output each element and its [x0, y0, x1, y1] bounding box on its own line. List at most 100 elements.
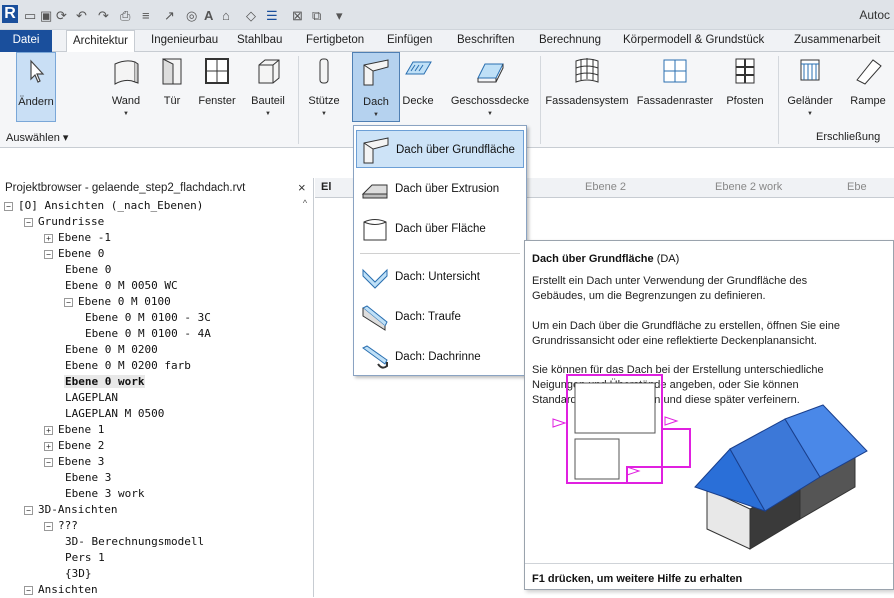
roof-dropdown-menu: Dach über Grundfläche Dach über Extrusio… [353, 125, 527, 376]
roof-by-face-icon [363, 219, 387, 241]
tree-item[interactable]: − Ansichten [24, 582, 99, 598]
customize-icon[interactable]: ▾ [336, 8, 343, 24]
curtain-grid-icon [663, 59, 687, 83]
text-icon[interactable]: A [204, 8, 213, 23]
floor-icon [477, 63, 504, 83]
collapse-icon[interactable]: − [4, 202, 13, 211]
tree-item[interactable]: − Ebene 0 M 0100 [64, 294, 172, 310]
railing-button[interactable]: Geländer ▼ [782, 52, 838, 122]
3d-view-icon[interactable]: ⌂ [222, 8, 230, 23]
tree-item[interactable]: Ebene 0 M 0100 - 3C [84, 310, 212, 326]
scrollbar[interactable]: ^ [298, 198, 312, 597]
collapse-icon[interactable]: − [24, 218, 33, 227]
tree-item[interactable]: Pers 1 [64, 550, 106, 566]
tab-ingenieurbau[interactable]: Ingenieurbau [145, 30, 224, 52]
project-browser-title: Projektbrowser - gelaende_step2_flachdac… [5, 182, 246, 194]
door-button[interactable]: Tür [156, 52, 188, 122]
wall-icon [114, 60, 139, 85]
revit-logo-icon[interactable]: R [2, 5, 18, 23]
tree-item[interactable]: − Ebene 3 [44, 454, 105, 470]
collapse-icon[interactable]: − [44, 458, 53, 467]
collapse-icon[interactable]: − [44, 522, 53, 531]
ramp-button[interactable]: Rampe [842, 52, 894, 122]
switch-windows-icon[interactable]: ⧉ [312, 8, 321, 24]
floor-button[interactable]: Geschossdecke ▼ [448, 52, 532, 122]
tab-architektur[interactable]: Architektur [66, 30, 135, 53]
project-browser-tree: − [O] Ansichten (_nach_Ebenen) − Grundrisse… [0, 198, 314, 597]
tab-view-ebene-2-work[interactable]: Ebene 2 work [715, 181, 782, 193]
menu-item-roof-by-footprint[interactable]: Dach über Grundfläche [356, 130, 524, 168]
tree-item[interactable]: −3D-Ansichten [24, 502, 118, 518]
tree-item[interactable]: {3D} [64, 566, 93, 582]
tree-item[interactable]: Ebene 0 work [64, 374, 146, 390]
print-icon[interactable]: ⎙ [120, 8, 130, 24]
menu-item-roof-by-face[interactable]: Dach über Fläche [356, 210, 524, 248]
collapse-icon[interactable]: − [44, 250, 53, 259]
tab-stahlbau[interactable]: Stahlbau [231, 30, 288, 52]
collapse-icon[interactable]: − [24, 586, 33, 595]
modify-button[interactable]: Ändern [16, 52, 56, 122]
curtain-grid-button[interactable]: Fassadenraster [632, 52, 718, 122]
tab-view-ebe[interactable]: Ebe [847, 181, 867, 193]
menu-item-roof-fascia[interactable]: Dach: Traufe [356, 298, 524, 336]
tab-beschriften[interactable]: Beschriften [451, 30, 521, 52]
tree-item[interactable]: − Ebene 0 [44, 246, 105, 262]
tree-item[interactable]: Ebene 3 work [64, 486, 145, 502]
tree-item[interactable]: Ebene 0 M 0200 farb [64, 358, 192, 374]
menu-item-roof-by-extrusion[interactable]: Dach über Extrusion [356, 170, 524, 208]
measure-icon[interactable]: ≡ [142, 8, 150, 23]
tree-item[interactable]: Ebene 0 M 0200 [64, 342, 159, 358]
menu-item-roof-gutter[interactable]: Dach: Dachrinne [356, 338, 524, 376]
tree-item[interactable]: LAGEPLAN [64, 390, 119, 406]
tree-item[interactable]: Ebene 0 [64, 262, 112, 278]
tag-icon[interactable]: ◎ [186, 8, 197, 24]
expand-icon[interactable]: + [44, 442, 53, 451]
tree-item[interactable]: Ebene 0 M 0100 - 4A [84, 326, 212, 342]
window-button[interactable]: Fenster [196, 52, 238, 122]
undo-icon[interactable]: ↶ [76, 8, 87, 24]
tree-item[interactable]: + Ebene 1 [44, 422, 105, 438]
curtain-system-button[interactable]: Fassadensystem [544, 52, 630, 122]
tree-item[interactable]: Ebene 3 [64, 470, 112, 486]
component-button[interactable]: Bauteil ▼ [246, 52, 290, 122]
wall-button[interactable]: Wand ▼ [104, 52, 148, 122]
sync-icon[interactable]: ⟳ [56, 8, 67, 24]
dimension-icon[interactable]: ↗ [164, 8, 175, 24]
expand-icon[interactable]: + [44, 234, 53, 243]
tree-item[interactable]: 3D- Berechnungsmodell [64, 534, 205, 550]
close-icon[interactable]: × [298, 180, 306, 195]
tab-datei[interactable]: Datei [0, 30, 52, 52]
tab-koerpermodell[interactable]: Körpermodell & Grundstück [617, 30, 770, 52]
tree-item[interactable]: + Ebene -1 [44, 230, 112, 246]
tree-item[interactable]: − Grundrisse [24, 214, 105, 230]
ramp-icon [856, 59, 882, 85]
tab-einfuegen[interactable]: Einfügen [381, 30, 438, 52]
tab-view-ebene-2[interactable]: Ebene 2 [585, 181, 626, 193]
collapse-icon[interactable]: − [24, 506, 33, 515]
open-icon[interactable]: ▭ [24, 8, 36, 24]
save-icon[interactable]: ▣ [40, 8, 52, 24]
tree-item[interactable]: −??? [44, 518, 79, 534]
column-button[interactable]: Stütze ▼ [306, 52, 342, 122]
tab-fertigbeton[interactable]: Fertigbeton [300, 30, 370, 52]
menu-item-roof-soffit[interactable]: Dach: Untersicht [356, 258, 524, 296]
tree-item[interactable]: LAGEPLAN M 0500 [64, 406, 165, 422]
tree-item[interactable]: Ebene 0 M 0050 WC [64, 278, 179, 294]
tree-item[interactable]: − [O] Ansichten (_nach_Ebenen) [4, 198, 204, 214]
tree-item-label: Ebene 0 M 0100 - 3C [85, 311, 211, 324]
tree-item[interactable]: + Ebene 2 [44, 438, 105, 454]
tab-view-current[interactable]: El [321, 181, 331, 193]
tree-item-label: Ebene 3 [58, 455, 105, 468]
tab-zusammenarbeit[interactable]: Zusammenarbeit [788, 30, 886, 52]
mullion-button[interactable]: Pfosten [720, 52, 770, 122]
redo-icon[interactable]: ↷ [98, 8, 109, 24]
ceiling-button[interactable]: Decke [402, 52, 434, 122]
thin-lines-icon[interactable]: ☰ [266, 8, 278, 24]
section-icon[interactable]: ◇ [246, 8, 256, 24]
select-dropdown[interactable]: Auswählen ▾ [6, 131, 68, 144]
close-hidden-icon[interactable]: ⊠ [292, 8, 303, 24]
roof-button[interactable]: Dach ▼ [352, 52, 400, 122]
tab-berechnung[interactable]: Berechnung [533, 30, 607, 52]
collapse-icon[interactable]: − [64, 298, 73, 307]
expand-icon[interactable]: + [44, 426, 53, 435]
